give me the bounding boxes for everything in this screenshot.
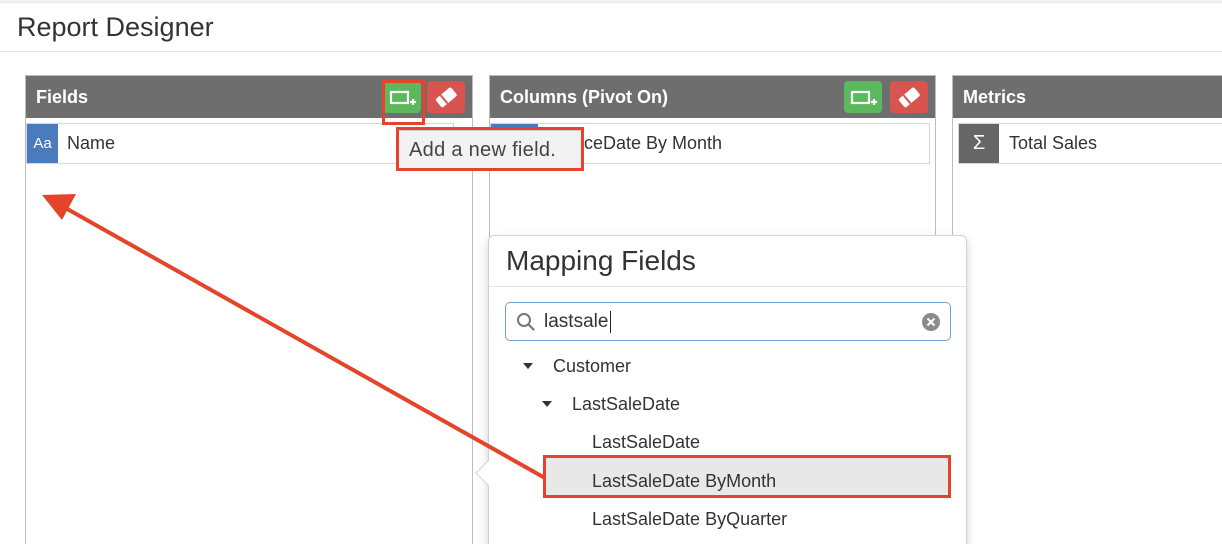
divider	[489, 286, 966, 287]
field-search-box[interactable]	[505, 302, 951, 341]
tree-node-lastsaledate-group[interactable]: LastSaleDate	[572, 394, 680, 415]
search-icon	[517, 313, 535, 331]
search-input[interactable]	[544, 310, 904, 334]
metrics-panel-title: Metrics	[963, 87, 1027, 107]
columns-panel-header: Columns (Pivot On)	[490, 76, 935, 118]
fields-panel-title: Fields	[36, 87, 89, 107]
columns-panel-title: Columns (Pivot On)	[500, 87, 668, 107]
tree-node-lastsaledate-byquarter[interactable]: LastSaleDate ByQuarter	[592, 509, 787, 530]
metric-label: Total Sales	[1009, 133, 1098, 153]
annotation-box-selected-field	[543, 455, 951, 498]
sum-icon: Σ	[959, 124, 999, 163]
report-designer-window: Report Designer Fields Aa Name Columns (…	[0, 0, 1222, 544]
background-strip	[0, 0, 1222, 3]
tree-node-customer[interactable]: Customer	[553, 356, 631, 377]
clear-fields-button[interactable]	[427, 81, 465, 113]
popover-arrow	[475, 460, 501, 486]
clear-search-icon[interactable]	[921, 312, 941, 332]
tree-node-lastsaledate[interactable]: LastSaleDate	[592, 432, 700, 453]
page-title: Report Designer	[17, 12, 214, 42]
eraser-icon	[898, 87, 920, 108]
add-field-icon	[850, 90, 877, 105]
annotation-box-add-button	[382, 80, 425, 125]
clear-columns-button[interactable]	[890, 81, 928, 113]
annotation-box-tooltip	[396, 127, 584, 171]
metrics-panel: Metrics Σ Total Sales	[952, 75, 1222, 544]
popover-title: Mapping Fields	[506, 245, 696, 276]
title-bar: Report Designer	[0, 0, 1222, 52]
expand-customer-icon[interactable]	[523, 363, 533, 369]
column-label: ceDate By Month	[584, 133, 723, 153]
metric-item-total-sales[interactable]: Σ Total Sales	[958, 123, 1222, 164]
text-cursor	[610, 311, 611, 333]
field-item-name[interactable]: Aa Name	[26, 123, 454, 164]
field-label: Name	[67, 133, 116, 153]
text-type-icon: Aa	[27, 124, 58, 163]
eraser-icon	[435, 87, 457, 108]
expand-lastsaledate-icon[interactable]	[542, 401, 552, 407]
metrics-panel-header: Metrics	[953, 76, 1222, 118]
add-column-button[interactable]	[844, 81, 882, 113]
